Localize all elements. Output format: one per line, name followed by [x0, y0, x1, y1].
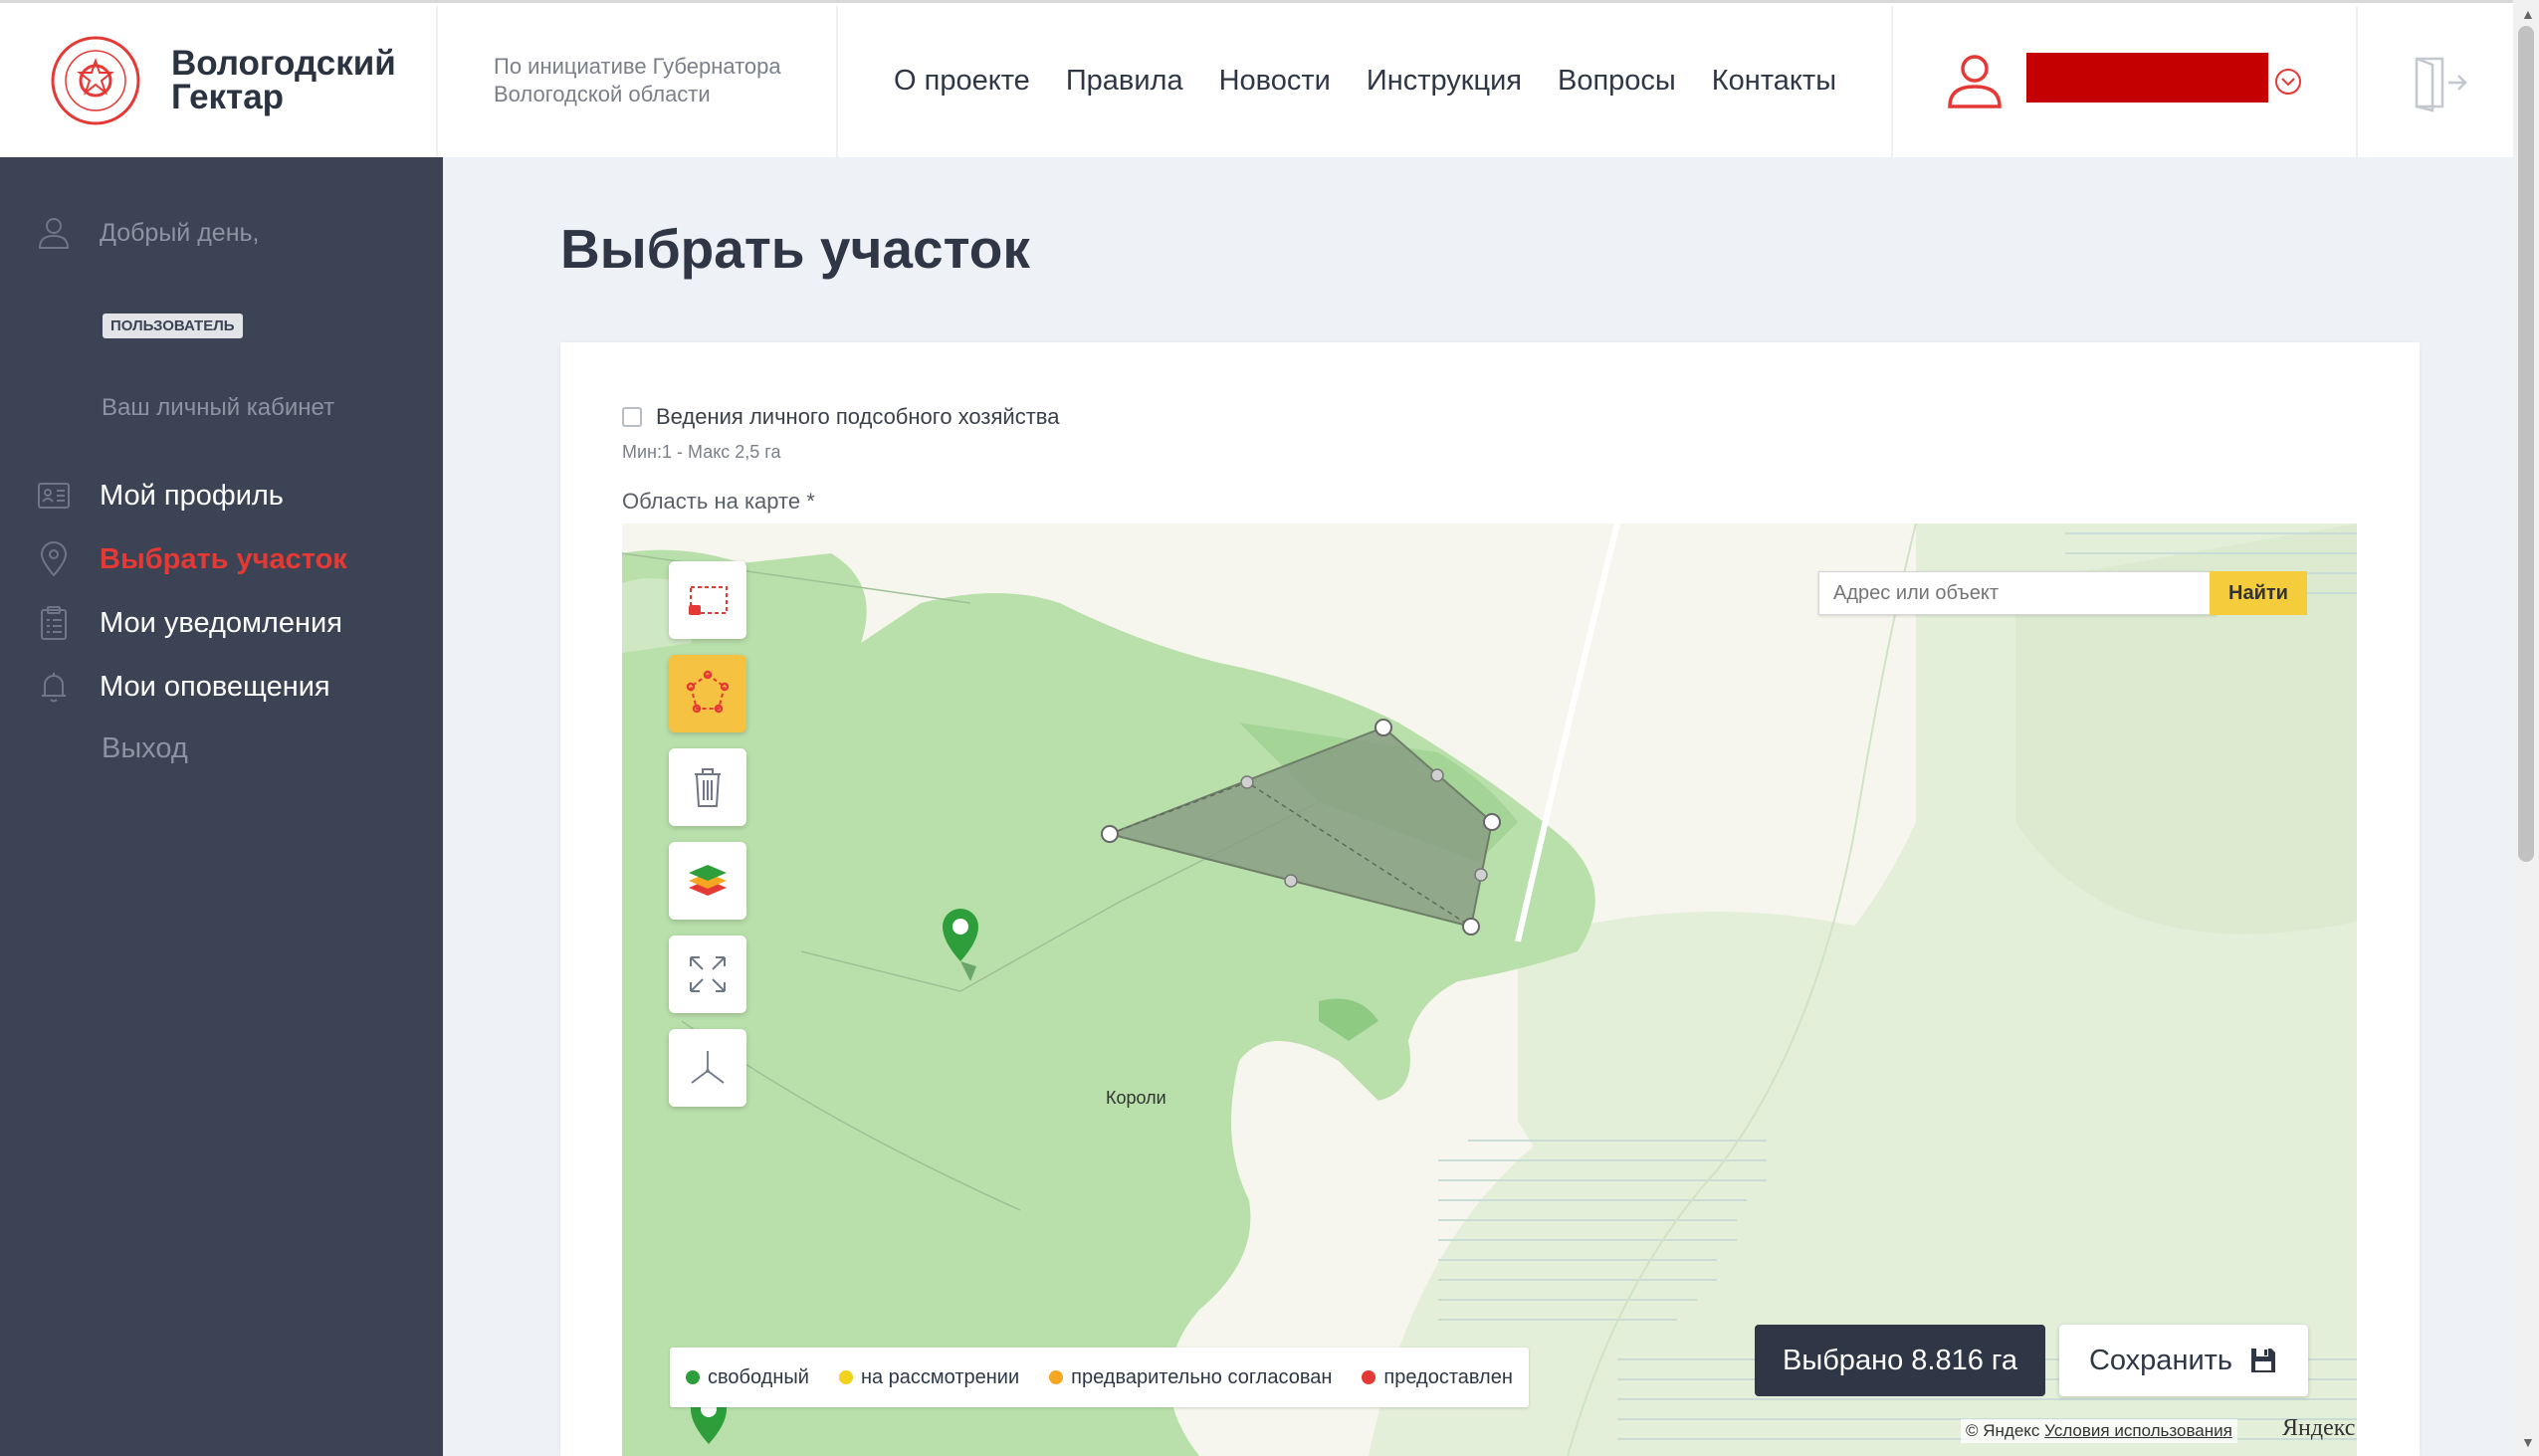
- map-canvas[interactable]: [622, 523, 2357, 1456]
- rectangle-select-icon: [689, 586, 728, 615]
- nav-contacts[interactable]: Контакты: [1712, 65, 1836, 98]
- floppy-disk-icon: [2251, 1349, 2276, 1372]
- profile-card-icon: [38, 483, 70, 509]
- map-copyright: © Яндекс Условия использования: [1961, 1419, 2237, 1443]
- yellow-dot-icon: [838, 1370, 853, 1384]
- scroll-down-arrow-icon[interactable]: ▼: [2521, 1434, 2535, 1450]
- user-icon[interactable]: [1944, 51, 2006, 112]
- orange-dot-icon: [1049, 1370, 1064, 1384]
- nav-instructions[interactable]: Инструкция: [1367, 65, 1522, 98]
- brand-line-2: Гектар: [171, 78, 285, 116]
- nav-about[interactable]: О проекте: [894, 65, 1030, 98]
- trash-icon: [695, 768, 721, 807]
- copyright-text: © Яндекс: [1966, 1421, 2040, 1440]
- sidebar-item-label: Мой профиль: [100, 479, 284, 512]
- area-hint: Мин:1 - Макс 2,5 га: [622, 442, 781, 462]
- logout-icon[interactable]: [2413, 53, 2468, 112]
- sidebar-item-notifications[interactable]: Мои уведомления: [36, 605, 342, 641]
- sidebar-item-label: Мои уведомления: [100, 606, 342, 639]
- nav-news[interactable]: Новости: [1219, 65, 1331, 98]
- nav-questions[interactable]: Вопросы: [1558, 65, 1676, 98]
- legend-item-granted: предоставлен: [1362, 1366, 1513, 1389]
- scroll-up-arrow-icon[interactable]: ▲: [2521, 6, 2535, 22]
- header-divider: [1891, 6, 1893, 160]
- map-field-label: Область на карте *: [622, 489, 815, 514]
- initiative-line-2: Вологодской области: [494, 82, 711, 106]
- draw-rectangle-tool[interactable]: [669, 561, 746, 639]
- purpose-checkbox[interactable]: [622, 407, 642, 427]
- nav-rules[interactable]: Правила: [1066, 65, 1183, 98]
- fullscreen-tool[interactable]: [669, 936, 746, 1013]
- page-title: Выбрать участок: [560, 218, 1030, 280]
- legend-item-review: на рассмотрении: [838, 1365, 1020, 1389]
- sidebar-item-label: Мои оповещения: [100, 670, 330, 703]
- delete-shape-tool[interactable]: [669, 748, 746, 826]
- bell-icon: [42, 673, 66, 703]
- selected-area-button[interactable]: Выбрано 8.816 га: [1755, 1325, 2045, 1396]
- brand-line-1: Вологодский: [171, 44, 396, 83]
- save-button[interactable]: Сохранить: [2059, 1325, 2308, 1396]
- sidebar-item-logout[interactable]: Выход: [102, 732, 188, 765]
- sidebar: Добрый день, ПОЛЬЗОВАТЕЛЬ Ваш личный каб…: [0, 157, 443, 1456]
- initiative-line-1: По инициативе Губернатора: [494, 54, 781, 79]
- save-label: Сохранить: [2088, 1344, 2233, 1376]
- legend-item-preapproved: предварительно согласован: [1049, 1366, 1332, 1389]
- sidebar-item-choose-plot[interactable]: Выбрать участок: [36, 541, 347, 577]
- role-badge: ПОЛЬЗОВАТЕЛЬ: [103, 313, 243, 338]
- logo-icon[interactable]: [50, 35, 141, 126]
- legend-label: предварительно согласован: [1071, 1365, 1333, 1388]
- sidebar-item-label: Выход: [102, 732, 188, 764]
- expand-arrows-icon: [690, 956, 726, 992]
- sidebar-item-label: Выбрать участок: [100, 542, 347, 575]
- header-divider: [436, 6, 438, 160]
- status-legend: свободный на рассмотрении предварительно…: [670, 1348, 1529, 1407]
- header-divider: [2356, 6, 2358, 160]
- brand-title[interactable]: Вологодский Гектар: [171, 44, 396, 116]
- header-divider: [836, 6, 838, 160]
- layers-icon: [689, 865, 727, 896]
- initiative-text: По инициативе Губернатора Вологодской об…: [494, 53, 781, 108]
- scrollbar-thumb[interactable]: [2518, 26, 2534, 862]
- polygon-draw-icon: [686, 670, 730, 714]
- chevron-down-icon[interactable]: [2273, 67, 2303, 97]
- provider-logo-text: Яндекс: [2282, 1415, 2356, 1441]
- coordinate-axes-tool[interactable]: [669, 1029, 746, 1107]
- legend-label: предоставлен: [1383, 1365, 1513, 1388]
- legend-label: на рассмотрении: [860, 1365, 1020, 1388]
- purpose-label: Ведения личного подсобного хозяйства: [656, 404, 1060, 429]
- map-layers-tool[interactable]: [669, 842, 746, 920]
- page-scrollbar[interactable]: ▲ ▼: [2513, 0, 2539, 1456]
- clipboard-list-icon: [41, 606, 67, 640]
- legend-label: свободный: [708, 1365, 809, 1388]
- cabinet-label: Ваш личный кабинет: [102, 394, 335, 421]
- purpose-option[interactable]: Ведения личного подсобного хозяйства: [622, 404, 1059, 430]
- draw-polygon-tool[interactable]: [669, 655, 746, 732]
- axes-icon: [691, 1051, 725, 1084]
- user-outline-icon: [38, 218, 70, 249]
- greeting-text: Добрый день,: [100, 218, 260, 247]
- red-dot-icon: [1362, 1370, 1376, 1384]
- user-name-redacted[interactable]: [2026, 53, 2268, 103]
- green-dot-icon: [686, 1370, 700, 1384]
- map-widget[interactable]: Короли Адрес или объект Найти свободный …: [622, 523, 2357, 1456]
- provider-logo[interactable]: Яндекс: [2282, 1415, 2355, 1442]
- main-nav: О проекте Правила Новости Инструкция Воп…: [894, 65, 1836, 98]
- greeting: Добрый день,: [36, 215, 260, 251]
- terms-link[interactable]: Условия использования: [2044, 1421, 2232, 1440]
- map-search-input[interactable]: [1818, 571, 2217, 615]
- sidebar-item-alerts[interactable]: Мои оповещения: [36, 669, 330, 705]
- map-pin-icon: [40, 541, 68, 577]
- map-search-button[interactable]: Найти: [2210, 571, 2307, 615]
- map-place-label: Короли: [1106, 1088, 1166, 1108]
- top-header: Вологодский Гектар По инициативе Губерна…: [0, 0, 2513, 160]
- legend-item-free: свободный: [686, 1366, 809, 1389]
- sidebar-item-profile[interactable]: Мой профиль: [36, 478, 284, 514]
